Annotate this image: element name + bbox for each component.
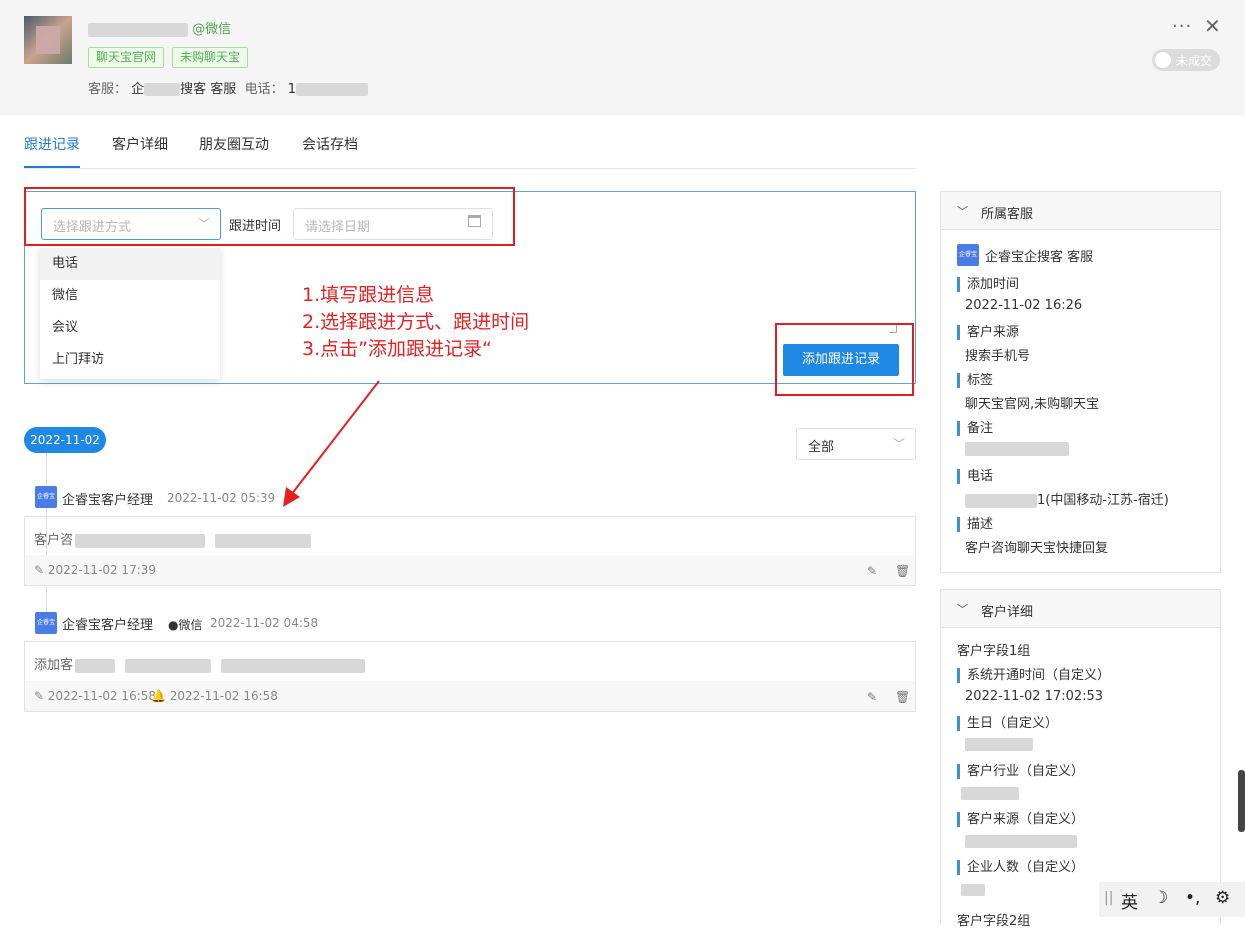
active-tab-indicator xyxy=(24,166,80,168)
field-label: 客户来源（自定义） xyxy=(957,812,1084,827)
tab-customer-detail[interactable]: 客户详细 xyxy=(112,134,168,154)
tab-follow-records[interactable]: 跟进记录 xyxy=(24,134,80,154)
field-value xyxy=(965,834,1077,849)
field-value: 搜索手机号 xyxy=(965,349,1031,364)
field-label: 客户行业（自定义） xyxy=(957,764,1084,779)
field-group-title: 客户字段1组 xyxy=(957,644,1031,659)
option-visit[interactable]: 上门拜访 xyxy=(40,344,220,376)
field-label: 企业人数（自定义） xyxy=(957,860,1084,875)
gear-icon[interactable]: ⚙ xyxy=(1215,888,1230,908)
highlight-box-form xyxy=(24,187,515,246)
more-icon[interactable]: ··· xyxy=(1172,16,1192,37)
ime-language-toggle[interactable]: 英 xyxy=(1121,888,1138,913)
customer-source: @微信 xyxy=(192,22,232,37)
record-remind-time: 🔔 2022-11-02 16:58 xyxy=(151,689,278,703)
detail-panel-header[interactable]: ﹀ 客户详细 xyxy=(941,590,1220,628)
delete-icon[interactable]: 🗑 xyxy=(895,690,910,704)
customer-tag: 未购聊天宝 xyxy=(172,47,249,68)
field-group-title: 客户字段2组 xyxy=(957,914,1031,929)
field-value: 聊天宝官网,未购聊天宝 xyxy=(965,397,1100,412)
agent-panel-header[interactable]: ﹀ 所属客服 xyxy=(941,192,1220,230)
field-label: 添加时间 xyxy=(957,277,1019,292)
record-channel: ●微信 xyxy=(168,618,203,632)
field-value xyxy=(961,882,985,897)
field-label: 系统开通时间（自定义） xyxy=(957,668,1110,683)
field-value: 2022-11-02 17:02:53 xyxy=(965,689,1104,704)
method-dropdown: 电话 微信 会议 上门拜访 xyxy=(40,247,220,379)
record-filter-select[interactable]: 全部 ﹀ xyxy=(796,428,916,460)
highlight-box-button xyxy=(775,323,914,396)
timeline-date-badge: 2022-11-02 xyxy=(24,427,106,453)
record-author-avatar: 企睿宝 xyxy=(35,486,57,508)
field-value: 1(中国移动-江苏-宿迁) xyxy=(965,489,1169,508)
record-card: 添加客 ✎ 2022-11-02 16:58 🔔 2022-11-02 16:5… xyxy=(24,641,916,712)
customer-tag: 聊天宝官网 xyxy=(88,47,165,68)
close-icon[interactable]: ✕ xyxy=(1204,14,1221,38)
field-label: 描述 xyxy=(957,517,993,532)
record-time: 2022-11-02 04:58 xyxy=(210,616,319,630)
record-author: 企睿宝客户经理 xyxy=(62,493,154,508)
option-phone[interactable]: 电话 xyxy=(40,248,220,280)
field-value: 客户咨询聊天宝快捷回复 xyxy=(965,541,1109,556)
record-card: 客户咨 ✎ 2022-11-02 17:39 ✎ 🗑 xyxy=(24,516,916,586)
chevron-down-icon: ﹀ xyxy=(957,603,968,616)
agent-name: 企睿宝企搜客 客服 xyxy=(985,250,1094,265)
field-label: 电话 xyxy=(957,469,993,484)
agent-value: 企 xyxy=(131,82,145,97)
deal-status-toggle[interactable]: 未成交 xyxy=(1152,49,1220,71)
field-label: 客户来源 xyxy=(957,325,1019,340)
moon-icon[interactable]: ☽ xyxy=(1153,888,1168,908)
option-wechat[interactable]: 微信 xyxy=(40,280,220,312)
edit-icon[interactable]: ✎ xyxy=(867,564,877,578)
field-value xyxy=(965,441,1069,456)
record-time: 2022-11-02 05:39 xyxy=(167,491,276,505)
field-value xyxy=(965,737,1033,752)
tabs-divider xyxy=(24,168,916,169)
field-label: 标签 xyxy=(957,373,993,388)
edit-icon[interactable]: ✎ xyxy=(867,690,877,704)
chevron-down-icon: ﹀ xyxy=(892,437,905,451)
tab-moments[interactable]: 朋友圈互动 xyxy=(199,134,269,154)
tab-chat-archive[interactable]: 会话存档 xyxy=(302,134,358,154)
punctuation-icon[interactable]: •, xyxy=(1185,888,1200,908)
field-label: 备注 xyxy=(957,421,993,436)
customer-header: @微信 聊天宝官网 未购聊天宝 客服： 企搜客 客服 电话： 1 ··· ✕ 未… xyxy=(0,0,1245,115)
record-edited-time: ✎ 2022-11-02 16:58 xyxy=(34,689,157,703)
phone-value: 1 xyxy=(287,82,297,97)
delete-icon[interactable]: 🗑 xyxy=(895,564,910,578)
record-edited-time: ✎ 2022-11-02 17:39 xyxy=(34,563,157,577)
customer-avatar xyxy=(24,16,72,64)
customer-agent-line: 客服： 企搜客 客服 电话： 1 xyxy=(88,78,369,97)
record-author-avatar: 企睿宝 xyxy=(35,612,57,634)
record-author: 企睿宝客户经理 xyxy=(62,618,154,633)
field-value xyxy=(961,786,1019,801)
option-meeting[interactable]: 会议 xyxy=(40,312,220,344)
customer-name-line: @微信 xyxy=(88,18,231,37)
agent-panel: ﹀ 所属客服 企睿宝 企睿宝企搜客 客服 添加时间 2022-11-02 16:… xyxy=(940,191,1221,573)
agent-avatar: 企睿宝 xyxy=(957,244,979,266)
ime-toolbar: || 英 ☽ •, ⚙ xyxy=(1099,882,1245,917)
chevron-down-icon: ﹀ xyxy=(957,205,968,218)
field-value: 2022-11-02 16:26 xyxy=(965,298,1083,313)
field-label: 生日（自定义） xyxy=(957,716,1058,731)
tutorial-annotation: 1.填写跟进信息 2.选择跟进方式、跟进时间 3.点击”添加跟进记录“ xyxy=(302,284,530,360)
scrollbar-thumb[interactable] xyxy=(1238,770,1245,832)
customer-detail-panel: ﹀ 客户详细 客户字段1组 系统开通时间（自定义） 2022-11-02 17:… xyxy=(940,589,1221,929)
